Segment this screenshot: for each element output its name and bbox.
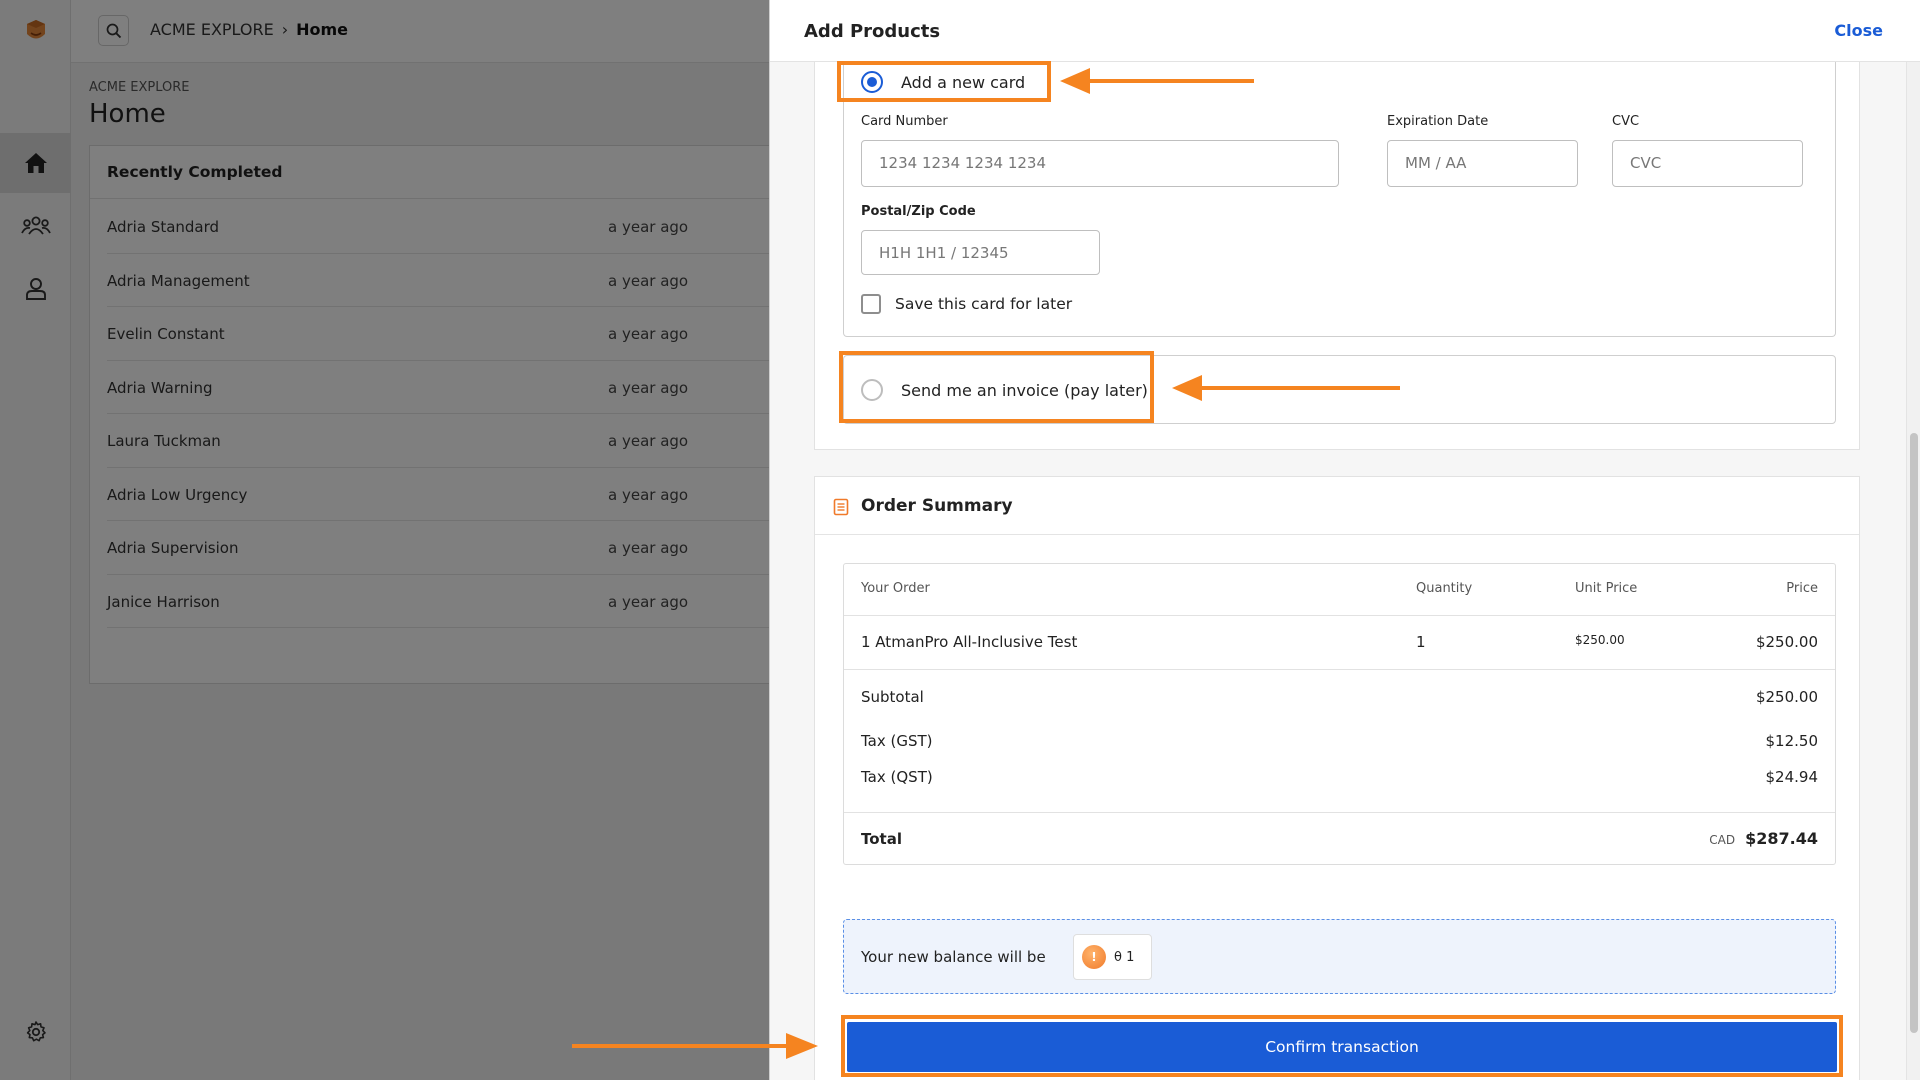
total-label: Total bbox=[861, 830, 902, 848]
card-number-label: Card Number bbox=[861, 114, 948, 129]
balance-value: θ 1 bbox=[1114, 949, 1135, 965]
scrollbar-thumb[interactable] bbox=[1910, 433, 1918, 1033]
receipt-icon bbox=[833, 498, 849, 516]
order-item-name: 1 AtmanPro All-Inclusive Test bbox=[861, 633, 1078, 651]
modal-backdrop[interactable] bbox=[0, 0, 769, 1080]
highlight-invoice bbox=[839, 351, 1154, 423]
highlight-confirm bbox=[841, 1015, 1843, 1077]
new-balance-box: Your new balance will be ! θ 1 bbox=[843, 919, 1836, 994]
subtotal-label: Subtotal bbox=[861, 688, 924, 706]
order-item-quantity: 1 bbox=[1416, 633, 1426, 651]
divider bbox=[844, 615, 1835, 616]
arrow-right-icon bbox=[572, 1033, 818, 1059]
save-card-label: Save this card for later bbox=[895, 295, 1073, 313]
expiration-label: Expiration Date bbox=[1387, 114, 1489, 129]
tax-qst-value: $24.94 bbox=[1765, 768, 1819, 786]
coin-icon: ! bbox=[1082, 945, 1106, 969]
tax-gst-label: Tax (GST) bbox=[861, 732, 933, 750]
total-currency: CAD bbox=[1709, 833, 1736, 847]
postal-input[interactable]: H1H 1H1 / 12345 bbox=[861, 230, 1100, 275]
order-summary-card: Order Summary Your Order Quantity Unit P… bbox=[814, 476, 1860, 1080]
divider bbox=[844, 669, 1835, 670]
expiration-input[interactable]: MM / AA bbox=[1387, 140, 1578, 187]
close-button[interactable]: Close bbox=[1834, 21, 1883, 40]
tax-qst-label: Tax (QST) bbox=[861, 768, 933, 786]
arrow-left-icon bbox=[1060, 68, 1254, 94]
col-unit-price: Unit Price bbox=[1575, 581, 1638, 596]
col-price: Price bbox=[1786, 581, 1818, 596]
add-products-panel: Add Products Close Add a new card Card N… bbox=[769, 0, 1920, 1080]
panel-header: Add Products Close bbox=[770, 0, 1920, 62]
save-card-checkbox[interactable] bbox=[861, 294, 881, 314]
order-item-price: $250.00 bbox=[1755, 633, 1818, 651]
balance-chip: ! θ 1 bbox=[1073, 934, 1152, 980]
panel-scrollbar[interactable] bbox=[1906, 62, 1920, 1080]
divider bbox=[844, 812, 1835, 813]
col-quantity: Quantity bbox=[1416, 581, 1473, 596]
new-balance-label: Your new balance will be bbox=[861, 948, 1046, 966]
order-summary-title: Order Summary bbox=[861, 496, 1013, 516]
total-amount: CAD $287.44 bbox=[1709, 829, 1818, 848]
col-your-order: Your Order bbox=[861, 581, 930, 596]
panel-title: Add Products bbox=[804, 21, 941, 42]
card-number-input[interactable]: 1234 1234 1234 1234 bbox=[861, 140, 1339, 187]
order-table: Your Order Quantity Unit Price Price 1 A… bbox=[843, 563, 1836, 865]
postal-label: Postal/Zip Code bbox=[861, 204, 976, 219]
order-summary-header: Order Summary bbox=[815, 477, 1859, 535]
subtotal-value: $250.00 bbox=[1755, 688, 1818, 706]
highlight-new-card bbox=[837, 61, 1051, 102]
cvc-label: CVC bbox=[1612, 114, 1640, 129]
save-card-option[interactable]: Save this card for later bbox=[861, 294, 1072, 314]
tax-gst-value: $12.50 bbox=[1765, 732, 1819, 750]
cvc-input[interactable]: CVC bbox=[1612, 140, 1803, 187]
new-card-section: Add a new card Card Number 1234 1234 123… bbox=[843, 62, 1836, 337]
total-value: $287.44 bbox=[1745, 829, 1818, 848]
arrow-left-icon bbox=[1172, 375, 1400, 401]
order-item-unit-price: $250.00 bbox=[1575, 633, 1625, 647]
